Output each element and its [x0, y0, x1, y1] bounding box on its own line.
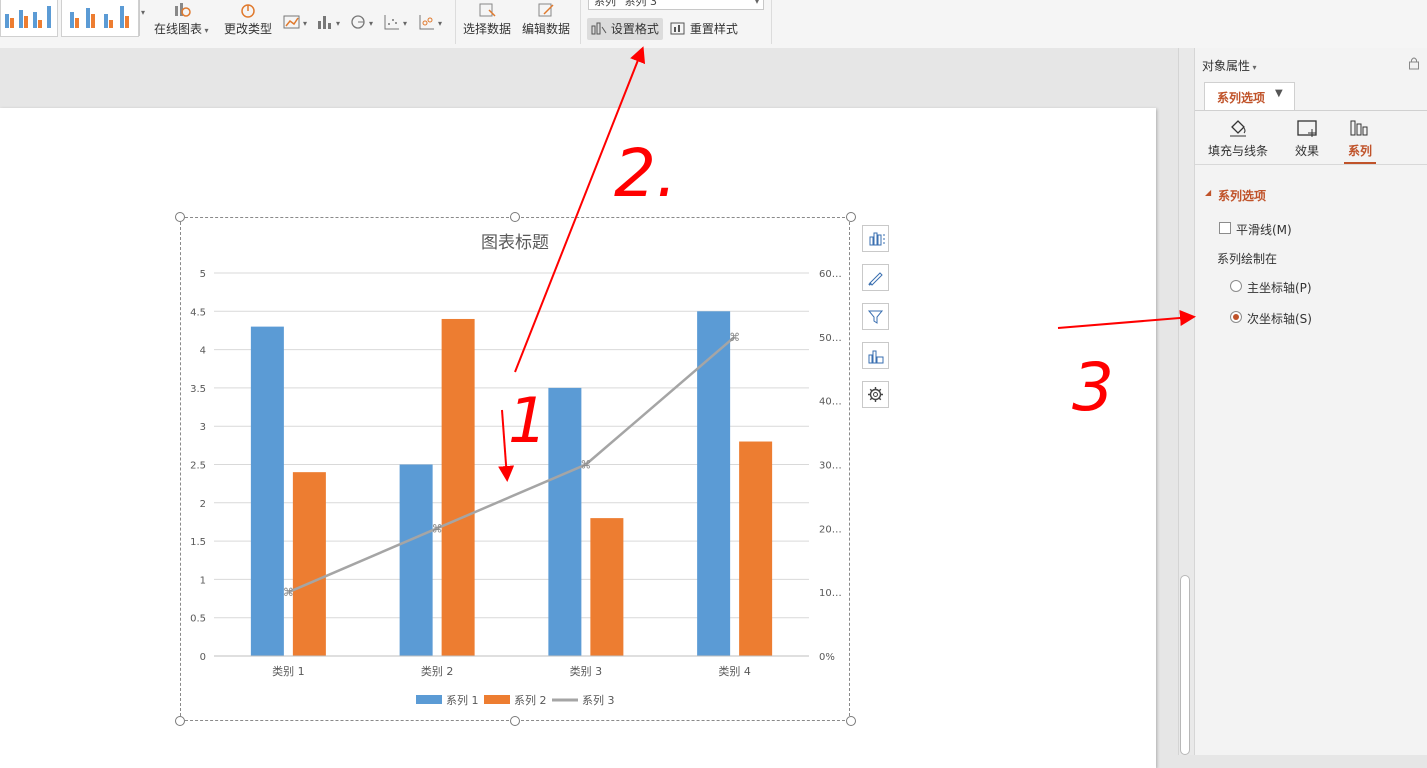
annotation-mark-1: 1: [508, 384, 547, 457]
annotation-overlay: 1 2. 3: [498, 46, 1196, 482]
annotation-arrow-to-secondary: [1057, 310, 1196, 329]
annotation-mark-2: 2.: [614, 135, 677, 212]
annotation-arrow-to-line: [498, 409, 515, 482]
annotation-mark-3: 3: [1072, 349, 1114, 426]
